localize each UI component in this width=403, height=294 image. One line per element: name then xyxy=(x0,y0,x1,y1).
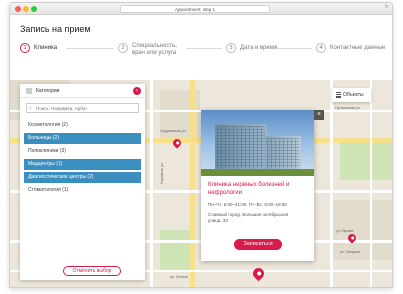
address-bar[interactable]: Appointment: step 1 xyxy=(120,5,270,13)
clinic-photo xyxy=(201,110,314,176)
maximize-window-icon[interactable] xyxy=(31,6,37,12)
step-number: 2 xyxy=(118,43,128,53)
close-icon[interactable]: × xyxy=(314,110,324,120)
stepper: 1 Клиника 2 Специальность, врач или услу… xyxy=(20,43,390,63)
search-box: ⌕ xyxy=(26,103,139,113)
building-windows xyxy=(267,138,299,168)
category-item[interactable]: Стоматология (1) xyxy=(24,185,141,196)
category-item[interactable]: Поликлиники (3) xyxy=(24,146,141,157)
book-button[interactable]: Записаться xyxy=(234,239,282,250)
map-park xyxy=(160,230,190,270)
step-divider xyxy=(186,48,222,49)
map-label: пр. Ленина xyxy=(170,275,188,279)
category-item[interactable]: Косметология (2) xyxy=(24,120,141,131)
step-divider xyxy=(66,48,114,49)
clinic-popup: Клиника нервных болезней и нефрологии Пн… xyxy=(201,110,314,261)
clinic-hours: Пн–Чт: 8:00–21:00, Пт–Вс: 8:00–19:00 xyxy=(208,202,287,207)
category-item[interactable]: Диагностические центры (2) xyxy=(24,172,141,183)
list-icon xyxy=(336,92,341,98)
page-title: Запись на прием xyxy=(20,24,91,34)
step-number: 4 xyxy=(316,43,326,53)
lawn xyxy=(201,169,314,176)
title-bar: Appointment: step 1 ↻ xyxy=(10,3,392,15)
clinic-name: Клиника нервных болезней и нефрологии xyxy=(208,182,290,196)
building-windows xyxy=(217,126,265,168)
map-label: Суздальская ул. xyxy=(160,129,187,133)
category-item[interactable]: Больницы (2) xyxy=(24,133,141,144)
step-divider xyxy=(276,48,312,49)
step-label: Клиника xyxy=(34,45,58,51)
reload-icon[interactable]: ↻ xyxy=(385,4,389,10)
selected-map-pin[interactable] xyxy=(250,265,267,282)
minimize-window-icon[interactable] xyxy=(23,6,29,12)
objects-button-label: Объекты xyxy=(343,92,364,98)
search-input[interactable] xyxy=(36,104,136,112)
step-label-line: врач или услуга xyxy=(132,49,177,56)
step-number: 1 xyxy=(20,43,30,53)
step-contacts[interactable]: 4 Контактные данные xyxy=(316,43,385,53)
map-label: ул. Гагарина xyxy=(340,250,361,254)
step-label: Контактные данные xyxy=(330,45,386,51)
search-icon: ⌕ xyxy=(29,105,32,111)
step-label-line: Специальность, xyxy=(132,43,177,49)
map-label: ул. Кирова xyxy=(336,229,354,233)
panel-title: Категории xyxy=(36,88,60,94)
panel-header: Категории ‹ xyxy=(20,84,145,98)
map-label: Окружная ул. xyxy=(160,162,164,184)
close-window-icon[interactable] xyxy=(15,6,21,12)
objects-button[interactable]: Объекты xyxy=(332,88,371,102)
step-number: 3 xyxy=(226,43,236,53)
step-specialty[interactable]: 2 Специальность, врач или услуга xyxy=(118,43,177,56)
step-label: Специальность, врач или услуга xyxy=(132,43,177,56)
grid-icon xyxy=(26,88,32,94)
reset-selection-button[interactable]: Отменить выбор xyxy=(63,266,121,276)
map-label: Пугачевская ул. xyxy=(335,106,361,110)
step-label: Дата и время xyxy=(240,45,278,51)
map-park xyxy=(340,140,392,180)
step-datetime[interactable]: 3 Дата и время xyxy=(226,43,277,53)
category-item[interactable]: Медцентры (1) xyxy=(24,159,141,170)
collapse-panel-button[interactable]: ‹ xyxy=(133,87,141,95)
step-clinic[interactable]: 1 Клиника xyxy=(20,43,57,53)
categories-panel: Категории ‹ ⌕ Косметология (2) Больницы … xyxy=(20,84,145,280)
clinic-address: Славный город, Большая октябрьская улица… xyxy=(208,212,289,223)
